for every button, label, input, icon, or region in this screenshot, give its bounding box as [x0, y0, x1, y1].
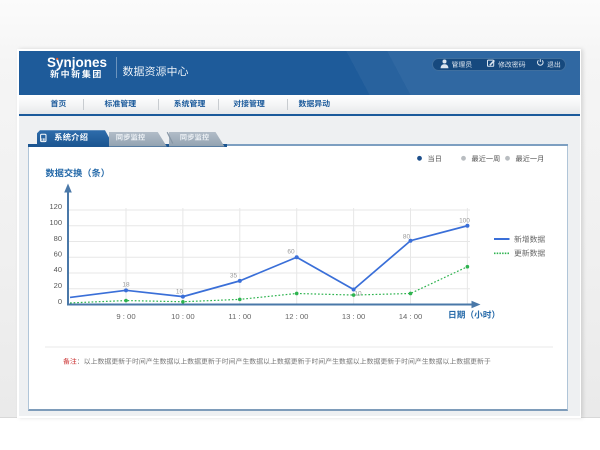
svg-text:80: 80 [403, 234, 411, 241]
svg-text:11 : 00: 11 : 00 [228, 312, 251, 321]
svg-text:0: 0 [58, 297, 62, 306]
svg-text:12 : 00: 12 : 00 [285, 312, 309, 321]
svg-text:80: 80 [54, 234, 62, 243]
svg-text:18: 18 [122, 282, 130, 289]
svg-text:35: 35 [230, 273, 238, 280]
svg-text:9 : 00: 9 : 00 [116, 312, 135, 321]
svg-text:14 : 00: 14 : 00 [399, 312, 423, 321]
svg-text:20: 20 [54, 281, 62, 290]
svg-text:120: 120 [49, 202, 62, 211]
svg-text:10: 10 [176, 289, 184, 296]
svg-text:10: 10 [354, 291, 362, 298]
svg-text:100: 100 [459, 218, 470, 225]
svg-text:60: 60 [54, 250, 62, 259]
svg-text:100: 100 [49, 218, 62, 227]
svg-text:10 : 00: 10 : 00 [171, 312, 195, 321]
svg-text:13 : 00: 13 : 00 [342, 312, 366, 321]
svg-text:60: 60 [287, 249, 295, 256]
svg-text:40: 40 [54, 265, 62, 274]
